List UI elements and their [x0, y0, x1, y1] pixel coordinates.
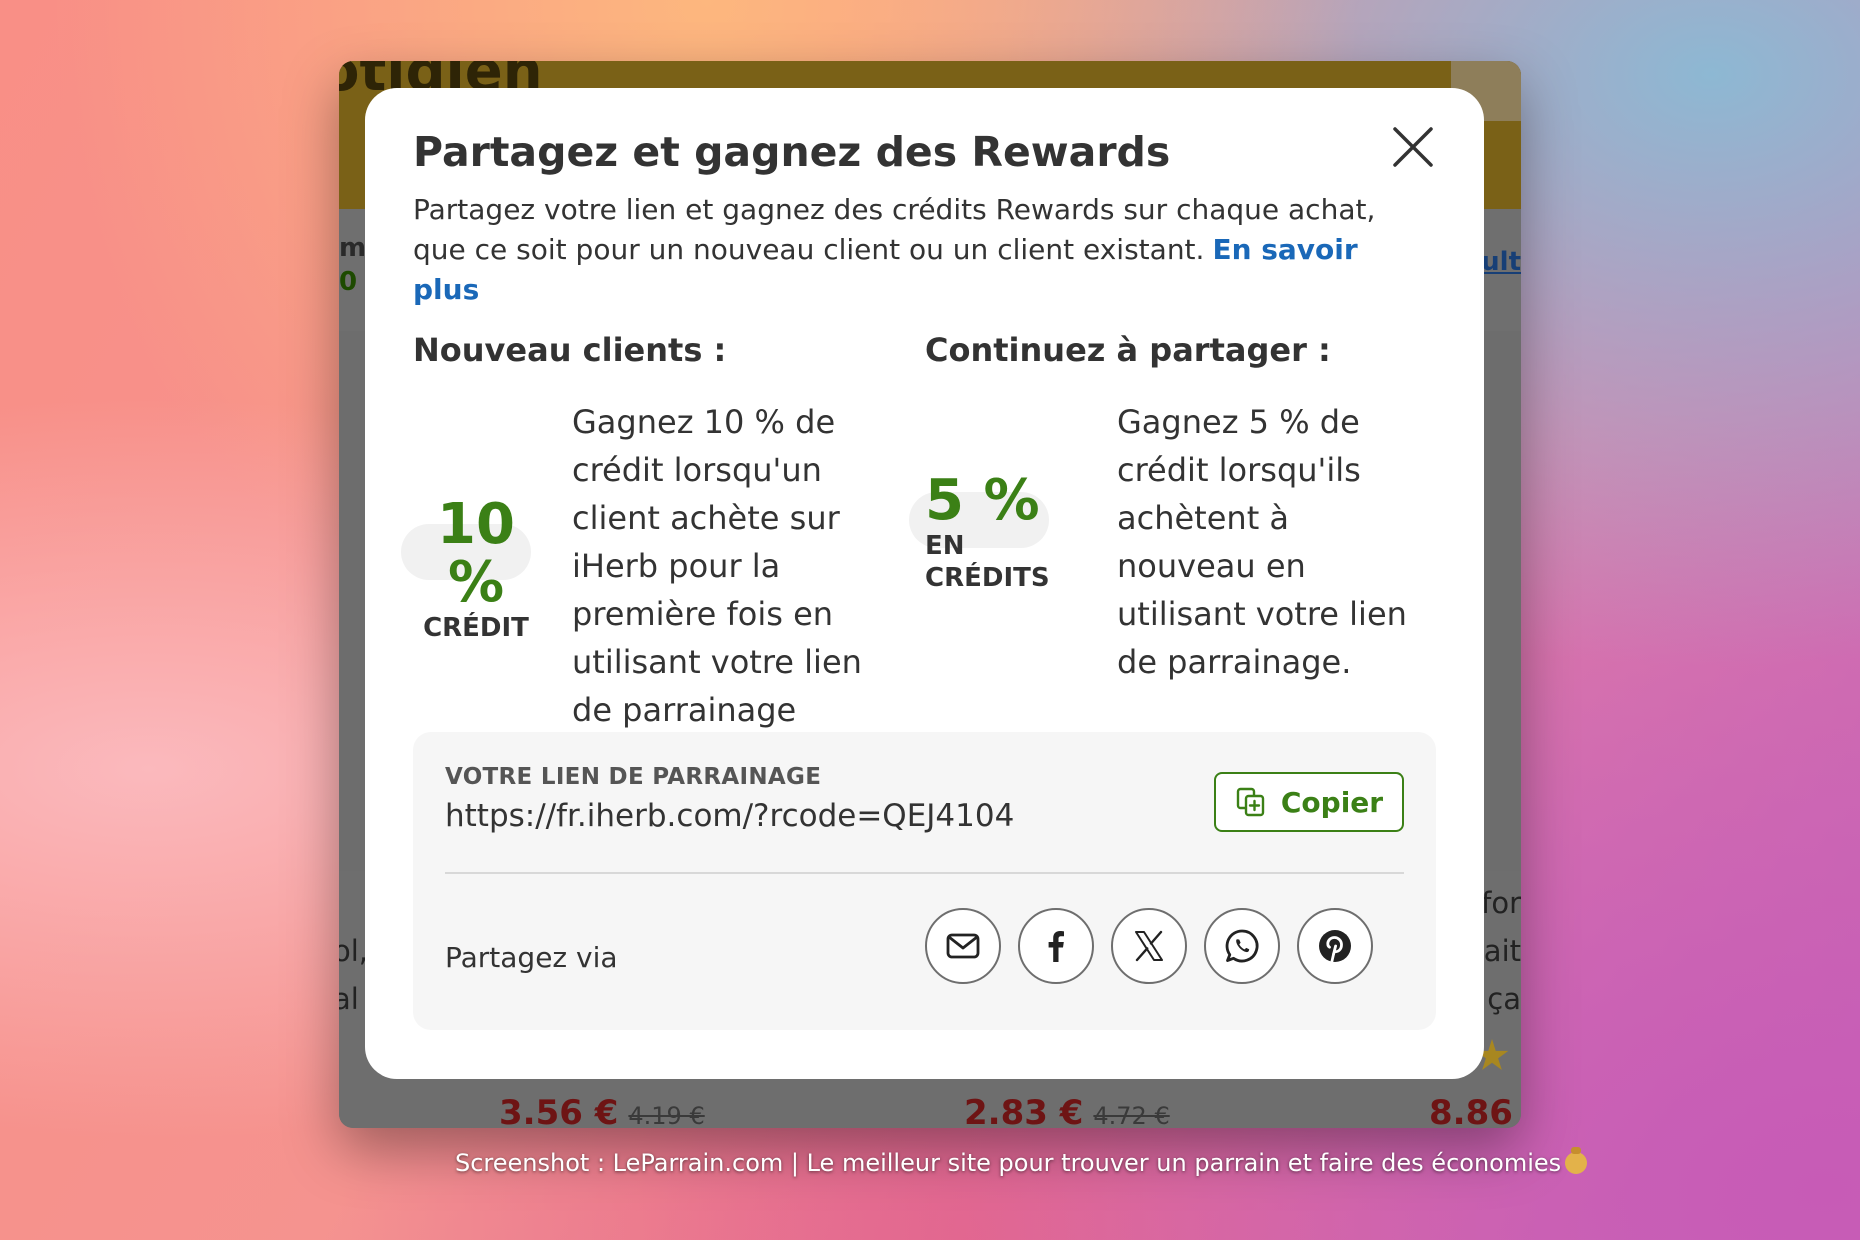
background-price: 2.83 €4.72 € — [964, 1093, 1170, 1128]
new-clients-badge-label: CRÉDIT — [423, 613, 529, 643]
modal-title: Partagez et gagnez des Rewards — [413, 128, 1171, 176]
keep-sharing-percent: 5 % — [925, 468, 1040, 533]
new-clients-percent: 10 % — [437, 492, 515, 615]
keep-sharing-badge-label: EN CRÉDITS — [925, 531, 1050, 593]
facebook-icon — [1048, 931, 1064, 962]
copy-button-label: Copier — [1280, 785, 1384, 819]
share-x-button[interactable] — [1111, 908, 1187, 984]
share-buttons — [925, 908, 1373, 984]
copy-icon — [1236, 787, 1265, 817]
new-clients-badge: 10 % CRÉDIT — [401, 496, 551, 644]
background-price: 8.86 € — [1429, 1093, 1521, 1128]
share-rewards-modal: Partagez et gagnez des Rewards Partagez … — [365, 88, 1484, 1079]
background-price: 3.56 €4.19 € — [499, 1093, 705, 1128]
x-icon — [1135, 930, 1163, 962]
background-product-text-left: ol, al — [339, 934, 369, 1016]
keep-sharing-badge: 5 % EN CRÉDITS — [909, 468, 1095, 594]
screenshot-footer: Screenshot : LeParrain.com | Le meilleur… — [455, 1147, 1588, 1177]
email-icon — [946, 933, 980, 959]
share-email-button[interactable] — [925, 908, 1001, 984]
modal-intro: Partagez votre lien et gagnez des crédit… — [413, 190, 1423, 310]
pinterest-icon — [1319, 930, 1351, 963]
copy-button[interactable]: Copier — [1214, 772, 1404, 832]
share-facebook-button[interactable] — [1018, 908, 1094, 984]
referral-link-box: VOTRE LIEN DE PARRAINAGE https://fr.iher… — [413, 732, 1436, 1030]
share-whatsapp-button[interactable] — [1204, 908, 1280, 984]
new-clients-description: Gagnez 10 % de crédit lorsqu'un client a… — [572, 403, 862, 729]
keep-sharing-description: Gagnez 5 % de crédit lorsqu'ils achètent… — [1117, 403, 1407, 681]
divider — [445, 872, 1404, 874]
referral-link-label: VOTRE LIEN DE PARRAINAGE — [445, 764, 822, 790]
close-button[interactable] — [1388, 122, 1438, 172]
share-via-label: Partagez via — [445, 941, 618, 974]
whatsapp-icon — [1225, 929, 1259, 963]
referral-link-url[interactable]: https://fr.iherb.com/?rcode=QEJ4104 — [445, 798, 1014, 834]
footer-text: Screenshot : LeParrain.com | Le meilleur… — [455, 1149, 1562, 1177]
share-pinterest-button[interactable] — [1297, 908, 1373, 984]
money-bag-icon — [1565, 1147, 1588, 1174]
new-clients-title: Nouveau clients : — [413, 331, 727, 369]
keep-sharing-title: Continuez à partager : — [925, 331, 1331, 369]
close-icon — [1393, 127, 1433, 167]
